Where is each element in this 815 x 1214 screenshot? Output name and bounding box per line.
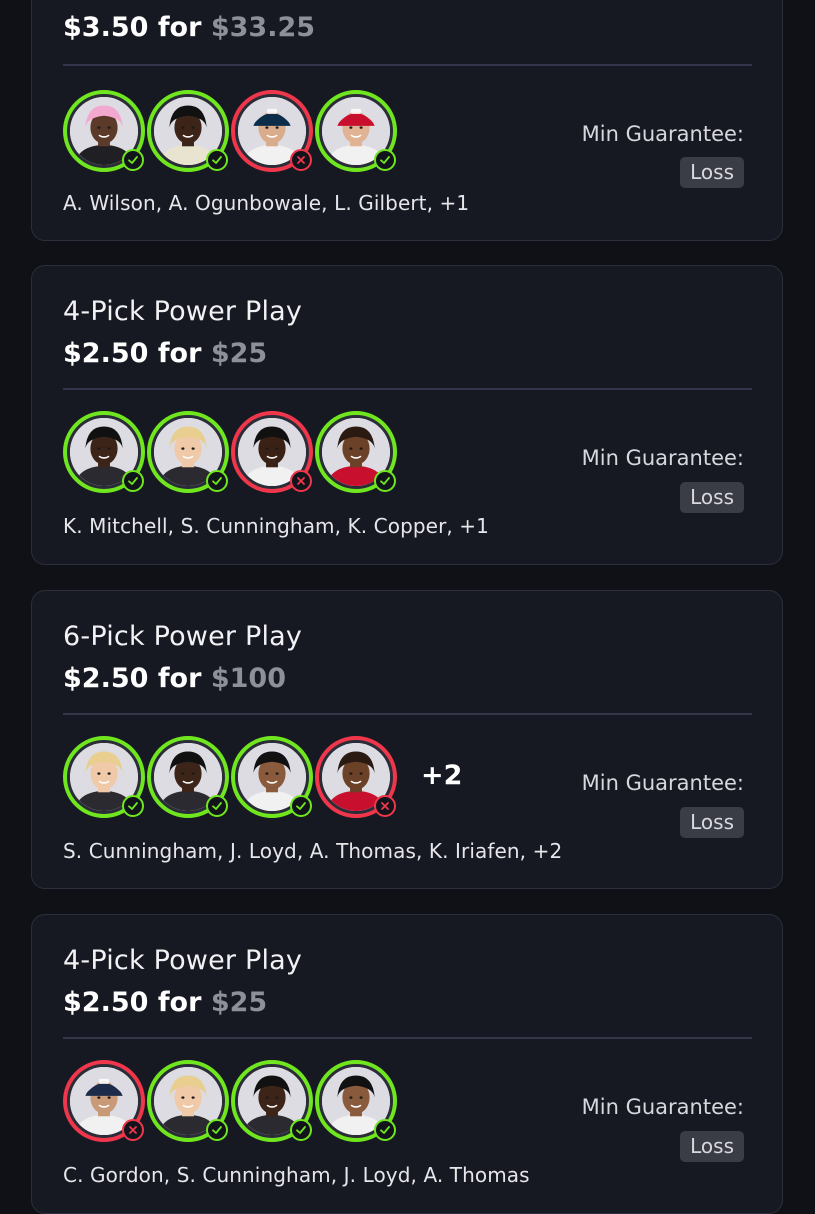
check-icon xyxy=(290,1119,312,1141)
guarantee-status-badge: Loss xyxy=(680,1131,744,1162)
player-avatar[interactable] xyxy=(147,1060,229,1142)
player-avatar[interactable] xyxy=(315,736,397,818)
check-icon xyxy=(206,1119,228,1141)
x-icon xyxy=(290,470,312,492)
payout-amount: $33.25 xyxy=(210,12,316,43)
entry-card[interactable]: 6-Pick Power Play $2.50 for $100 +2 S. C… xyxy=(31,590,783,889)
player-avatar[interactable] xyxy=(231,90,313,172)
min-guarantee-label: Min Guarantee: xyxy=(581,1095,744,1119)
player-avatars xyxy=(63,1060,483,1150)
player-names: S. Cunningham, J. Loyd, A. Thomas, K. Ir… xyxy=(63,839,563,863)
more-picks-count: +2 xyxy=(421,760,463,791)
entry-title: 4-Pick Power Play xyxy=(63,296,303,327)
check-icon xyxy=(206,795,228,817)
check-icon xyxy=(374,1119,396,1141)
player-avatar[interactable] xyxy=(231,1060,313,1142)
check-icon xyxy=(206,149,228,171)
player-avatars xyxy=(63,90,483,180)
player-avatar[interactable] xyxy=(63,1060,145,1142)
for-label: for xyxy=(157,12,202,43)
player-names: K. Mitchell, S. Cunningham, K. Copper, +… xyxy=(63,514,489,538)
divider xyxy=(63,388,752,390)
check-icon xyxy=(290,795,312,817)
entry-price: $2.50 for $100 xyxy=(63,663,286,694)
player-avatar[interactable] xyxy=(147,90,229,172)
player-names: C. Gordon, S. Cunningham, J. Loyd, A. Th… xyxy=(63,1163,530,1187)
player-avatars: +2 xyxy=(63,736,483,826)
player-avatar[interactable] xyxy=(147,736,229,818)
check-icon xyxy=(374,470,396,492)
player-avatar[interactable] xyxy=(147,411,229,493)
min-guarantee-label: Min Guarantee: xyxy=(581,771,744,795)
entry-title: 6-Pick Power Play xyxy=(63,621,303,652)
for-label: for xyxy=(157,987,202,1018)
player-avatar[interactable] xyxy=(315,411,397,493)
entry-card[interactable]: 4-Pick Power Play $2.50 for $25 xyxy=(31,914,783,1214)
guarantee-status-badge: Loss xyxy=(680,157,744,188)
entry-price: $3.50 for $33.25 xyxy=(63,12,315,43)
divider xyxy=(63,713,752,715)
divider xyxy=(63,64,752,66)
check-icon xyxy=(122,470,144,492)
entry-title: 4-Pick Power Play xyxy=(63,945,303,976)
entry-price: $2.50 for $25 xyxy=(63,338,267,369)
player-avatar[interactable] xyxy=(231,736,313,818)
check-icon xyxy=(206,470,228,492)
payout-amount: $25 xyxy=(210,338,268,369)
check-icon xyxy=(122,149,144,171)
stake-amount: $2.50 xyxy=(63,987,149,1018)
min-guarantee-label: Min Guarantee: xyxy=(581,122,744,146)
for-label: for xyxy=(157,663,202,694)
entry-card[interactable]: 4-Pick Power Play $2.50 for $25 xyxy=(31,265,783,565)
payout-amount: $25 xyxy=(210,987,268,1018)
guarantee-status-badge: Loss xyxy=(680,807,744,838)
x-icon xyxy=(290,149,312,171)
stake-amount: $3.50 xyxy=(63,12,149,43)
entry-card[interactable]: $3.50 for $33.25 A. Wilson, A. Ogunbowal… xyxy=(31,0,783,241)
player-avatars xyxy=(63,411,483,501)
player-names: A. Wilson, A. Ogunbowale, L. Gilbert, +1 xyxy=(63,191,470,215)
player-avatar[interactable] xyxy=(63,736,145,818)
guarantee-status-badge: Loss xyxy=(680,482,744,513)
check-icon xyxy=(374,149,396,171)
player-avatar[interactable] xyxy=(315,90,397,172)
player-avatar[interactable] xyxy=(231,411,313,493)
entry-price: $2.50 for $25 xyxy=(63,987,267,1018)
check-icon xyxy=(122,795,144,817)
player-avatar[interactable] xyxy=(315,1060,397,1142)
min-guarantee-label: Min Guarantee: xyxy=(581,446,744,470)
for-label: for xyxy=(157,338,202,369)
x-icon xyxy=(122,1119,144,1141)
player-avatar[interactable] xyxy=(63,90,145,172)
divider xyxy=(63,1037,752,1039)
payout-amount: $100 xyxy=(210,663,286,694)
stake-amount: $2.50 xyxy=(63,338,149,369)
player-avatar[interactable] xyxy=(63,411,145,493)
stake-amount: $2.50 xyxy=(63,663,149,694)
x-icon xyxy=(374,795,396,817)
